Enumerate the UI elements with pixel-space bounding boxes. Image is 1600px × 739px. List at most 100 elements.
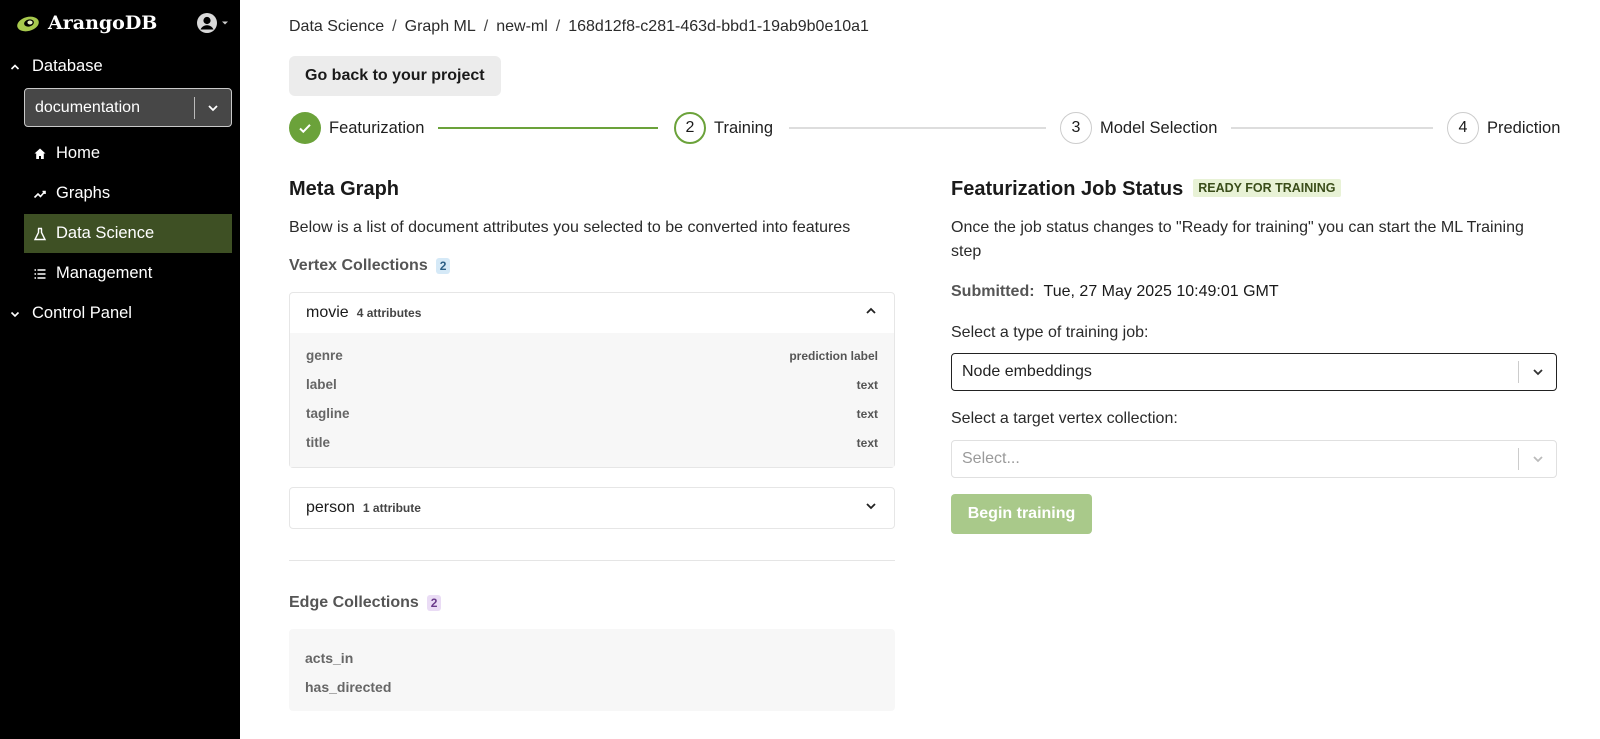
attribute-type: text xyxy=(856,406,878,421)
submitted-value: Tue, 27 May 2025 10:49:01 GMT xyxy=(1043,283,1279,300)
job-type-select-value: Node embeddings xyxy=(962,363,1092,380)
edge-count-badge: 2 xyxy=(426,595,442,611)
step-2-circle: 2 xyxy=(674,112,706,144)
step-label: Featurization xyxy=(329,119,425,137)
vertex-collections-heading: Vertex Collections 2 xyxy=(289,257,451,275)
vertex-count-badge: 2 xyxy=(435,258,451,274)
sidebar-item-label: Graphs xyxy=(56,184,111,202)
breadcrumb-item[interactable]: Data Science xyxy=(289,18,384,36)
sidebar-item-management[interactable]: Management xyxy=(24,254,232,293)
attribute-row: genre prediction label xyxy=(306,341,878,370)
sidebar-item-label: Management xyxy=(56,264,153,282)
job-type-label: Select a type of training job: xyxy=(951,324,1149,341)
attribute-name: title xyxy=(306,435,331,450)
chevron-up-icon xyxy=(864,304,878,323)
user-menu[interactable] xyxy=(196,12,230,34)
control-panel-label: Control Panel xyxy=(32,304,132,322)
target-collection-label: Select a target vertex collection: xyxy=(951,410,1178,427)
chevron-down-icon xyxy=(1519,452,1556,466)
target-collection-select[interactable]: Select... xyxy=(951,440,1557,478)
back-to-project-button[interactable]: Go back to your project xyxy=(289,56,501,96)
attribute-type: text xyxy=(856,377,878,392)
sidebar-item-home[interactable]: Home xyxy=(24,134,232,173)
database-select-value: documentation xyxy=(35,98,140,116)
edge-collection-item: has_directed xyxy=(305,678,392,695)
vertex-collections-title: Vertex Collections xyxy=(289,257,428,274)
step-label: Training xyxy=(714,119,773,137)
edge-collections-title: Edge Collections xyxy=(289,594,419,611)
submitted-label: Submitted: xyxy=(951,283,1035,300)
step-label: Prediction xyxy=(1487,119,1561,137)
chevron-down-icon xyxy=(10,311,20,317)
database-section-label: Database xyxy=(32,57,103,75)
control-panel-section-toggle[interactable]: Control Panel xyxy=(8,304,132,323)
sidebar-item-label: Data Science xyxy=(56,224,155,242)
collection-attribute-count: 1 attribute xyxy=(362,501,421,515)
submitted-info: Submitted: Tue, 27 May 2025 10:49:01 GMT xyxy=(951,283,1279,301)
breadcrumb-separator: / xyxy=(392,18,397,35)
attribute-row: tagline text xyxy=(306,399,878,428)
breadcrumb-separator: / xyxy=(555,18,561,35)
database-select[interactable]: documentation xyxy=(24,88,232,127)
collection-name: person xyxy=(306,499,355,516)
chevron-down-icon xyxy=(864,499,878,518)
attribute-row: title text xyxy=(306,428,878,457)
step-number: 4 xyxy=(1458,119,1468,136)
chevron-down-icon xyxy=(195,101,231,115)
caret-down-icon xyxy=(222,21,228,25)
database-section-toggle[interactable]: Database xyxy=(8,57,103,76)
breadcrumb-separator: / xyxy=(483,18,489,35)
attribute-list: genre prediction label label text taglin… xyxy=(290,333,894,467)
attribute-name: tagline xyxy=(306,406,350,421)
app-name: ArangoDB xyxy=(48,12,158,34)
breadcrumb-item[interactable]: new-ml xyxy=(496,18,548,36)
check-icon xyxy=(299,124,311,134)
attribute-row: label text xyxy=(306,370,878,399)
collection-panel-person: person 1 attribute xyxy=(289,487,895,529)
user-avatar-icon xyxy=(197,13,217,33)
job-status-title: Featurization Job Status xyxy=(951,178,1184,200)
step-connector xyxy=(789,127,1046,129)
step-4-circle: 4 xyxy=(1447,112,1479,144)
status-badge: READY FOR TRAINING xyxy=(1193,179,1341,197)
breadcrumb-item[interactable]: Graph ML xyxy=(405,18,476,36)
meta-graph-description: Below is a list of document attributes y… xyxy=(289,219,851,236)
graphs-icon xyxy=(33,190,46,198)
step-connector-complete xyxy=(438,127,658,129)
step-label: Model Selection xyxy=(1100,119,1218,137)
meta-graph-title: Meta Graph xyxy=(289,178,400,200)
edge-collection-list: acts_in has_directed xyxy=(289,629,895,711)
chevron-up-icon xyxy=(10,63,20,70)
attribute-type: prediction label xyxy=(789,348,878,363)
collection-attribute-count: 4 attributes xyxy=(356,306,422,320)
collection-header-movie[interactable]: movie 4 attributes xyxy=(290,293,894,333)
target-select-placeholder: Select... xyxy=(962,450,1020,467)
collection-header-person[interactable]: person 1 attribute xyxy=(290,488,894,528)
breadcrumb: Data Science / Graph ML / new-ml / 168d1… xyxy=(289,18,869,36)
step-connector xyxy=(1231,127,1433,129)
flask-icon xyxy=(33,227,47,240)
collection-panel-movie: movie 4 attributes genre prediction labe… xyxy=(289,292,895,468)
section-divider xyxy=(289,560,895,561)
begin-training-button[interactable]: Begin training xyxy=(951,494,1092,534)
step-number: 2 xyxy=(685,119,695,136)
job-type-select[interactable]: Node embeddings xyxy=(951,353,1557,391)
attribute-name: label xyxy=(306,377,337,392)
sidebar-item-data-science[interactable]: Data Science xyxy=(24,214,232,253)
stepper: Featurization 2 Training 3 Model Selecti… xyxy=(289,112,1560,144)
attribute-type: text xyxy=(856,435,878,450)
arangodb-logo[interactable]: ArangoDB xyxy=(16,12,157,34)
collection-name: movie xyxy=(306,304,349,321)
list-icon xyxy=(34,268,46,279)
job-status-description: Once the job status changes to "Ready fo… xyxy=(951,219,1524,260)
avocado-icon xyxy=(17,16,39,32)
breadcrumb-current: 168d12f8-c281-463d-bbd1-19ab9b0e10a1 xyxy=(568,18,869,35)
sidebar-header: ArangoDB xyxy=(16,10,230,36)
sidebar-item-graphs[interactable]: Graphs xyxy=(24,174,232,213)
edge-collection-item: acts_in xyxy=(305,649,354,666)
home-icon xyxy=(34,148,46,159)
edge-collections-heading: Edge Collections 2 xyxy=(289,594,442,612)
sidebar: ArangoDB Database documentation Home Gra… xyxy=(0,0,240,739)
step-number: 3 xyxy=(1071,119,1081,136)
chevron-down-icon xyxy=(1519,365,1556,379)
